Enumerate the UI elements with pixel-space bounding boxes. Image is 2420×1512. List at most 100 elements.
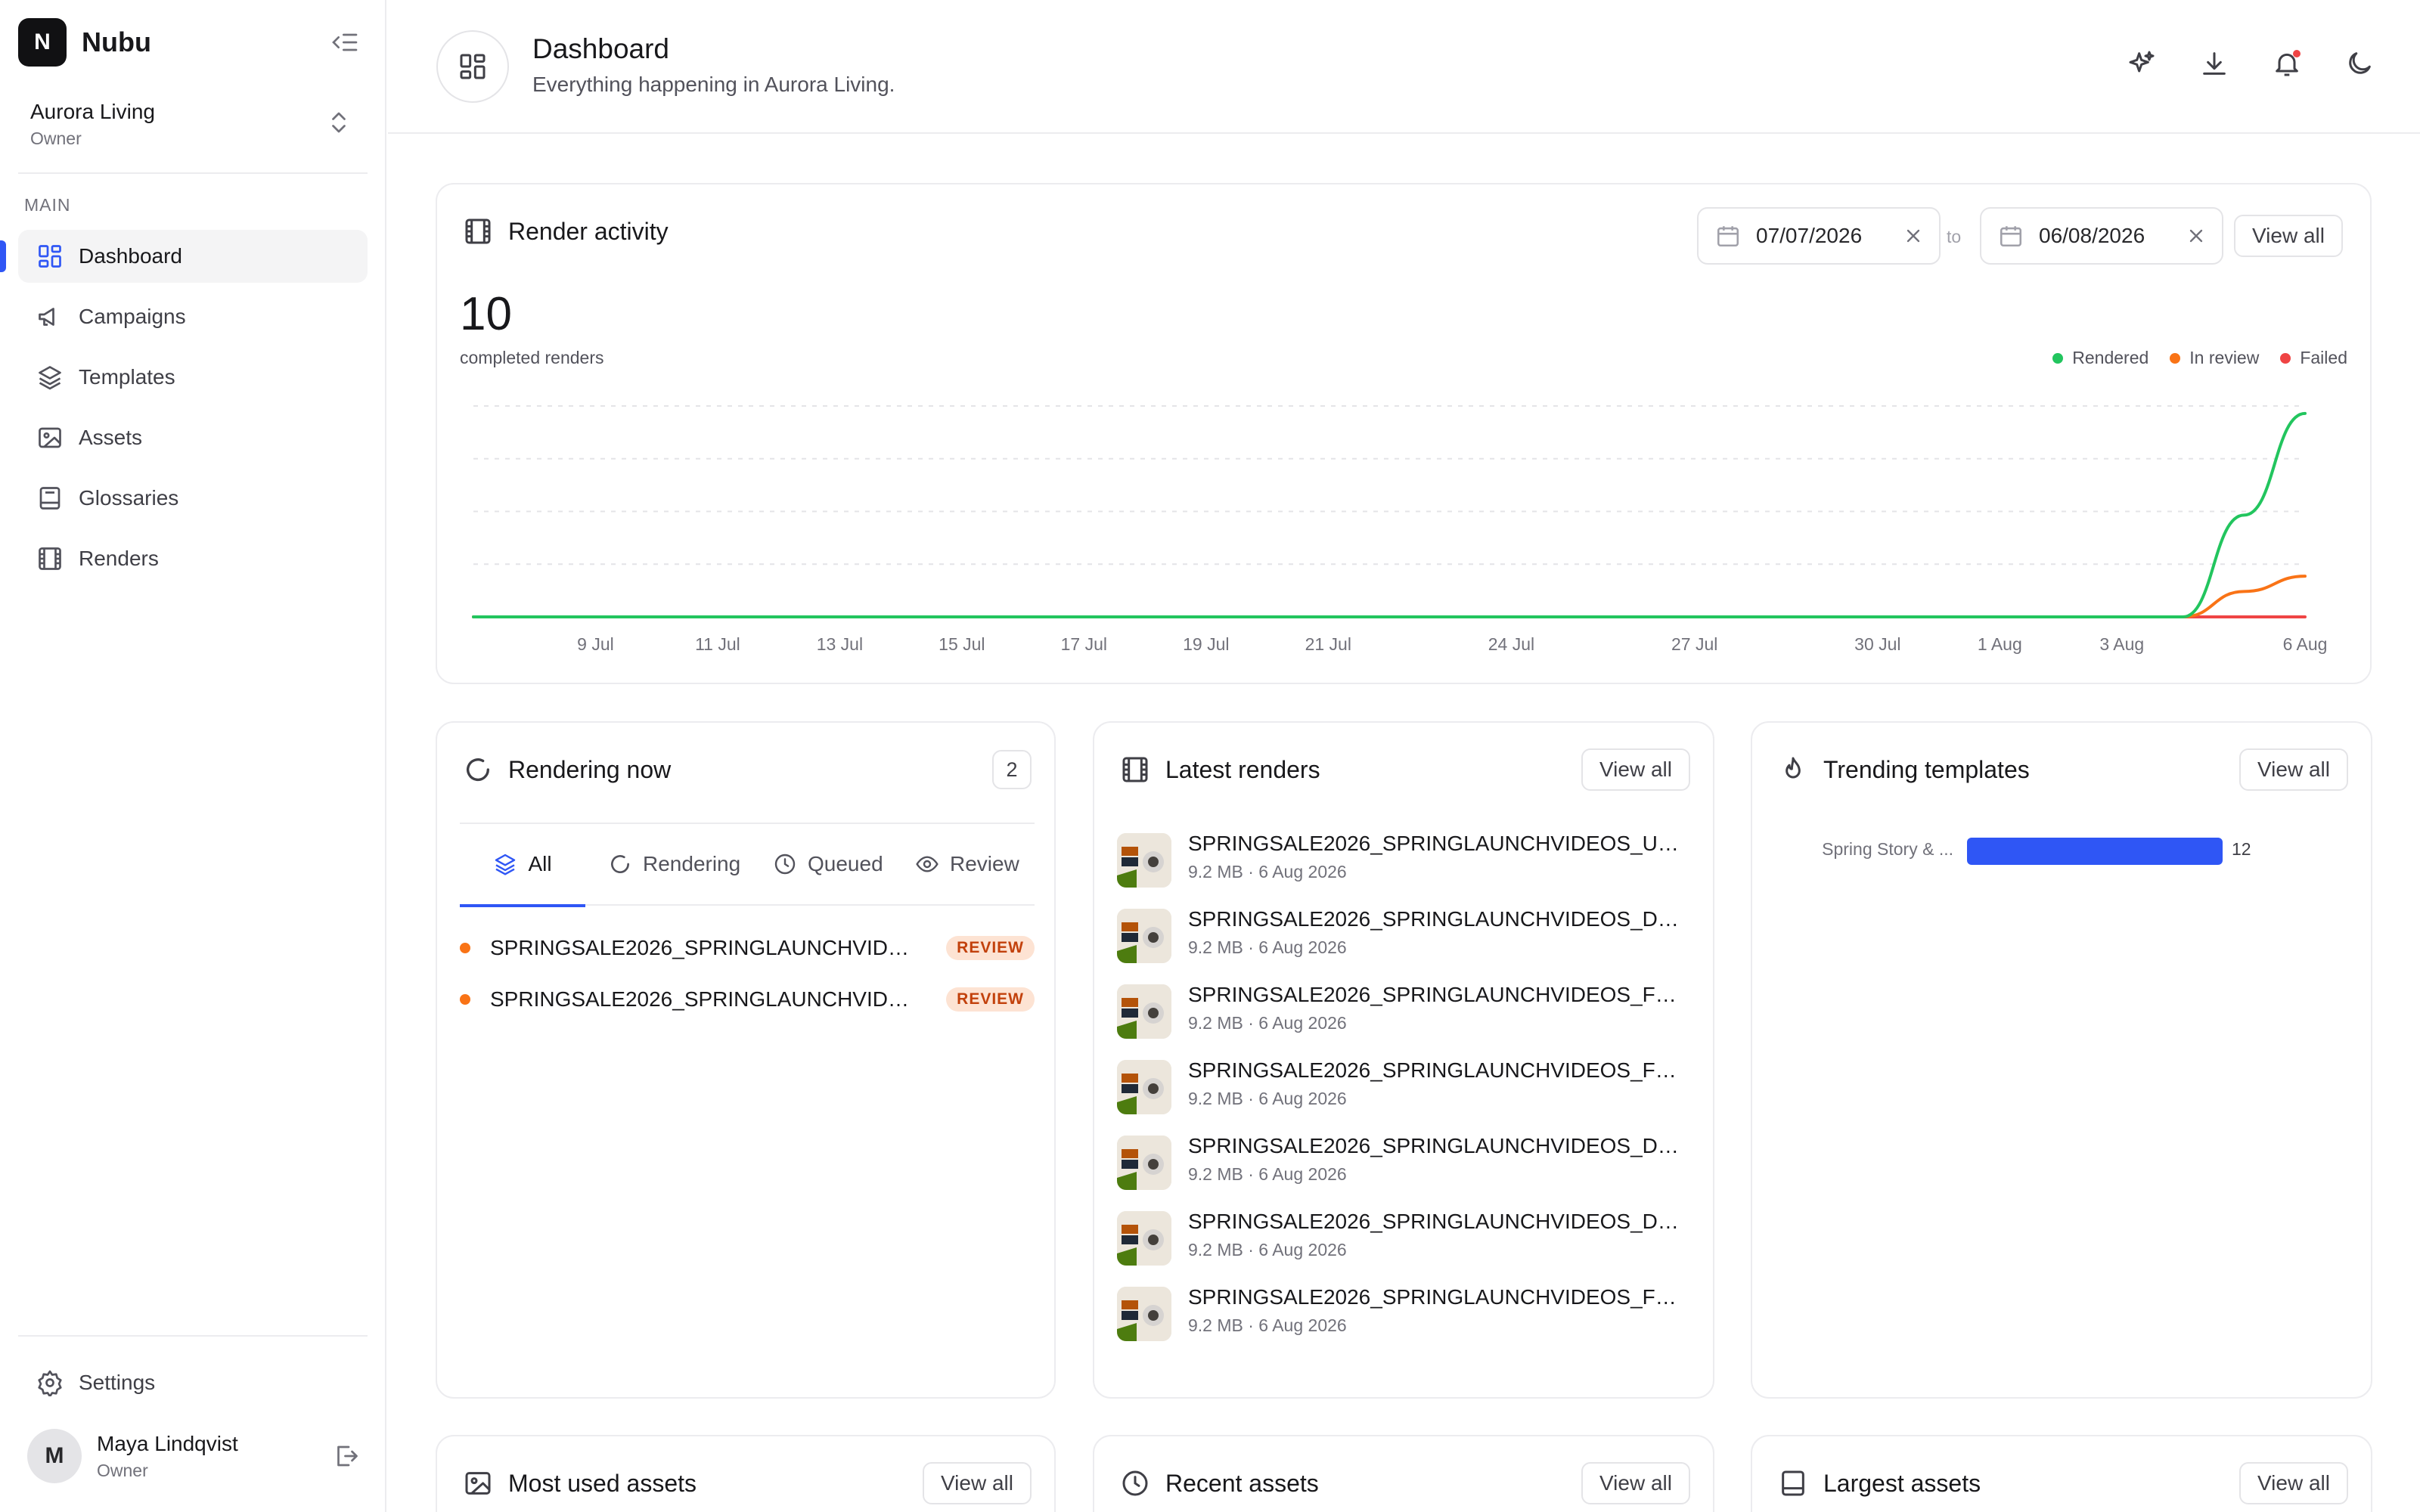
view-all-recent-button[interactable]: View all bbox=[1581, 1462, 1690, 1504]
loader-icon bbox=[608, 852, 632, 876]
render-meta: 9.2 MB · 6 Aug 2026 bbox=[1188, 1315, 1347, 1335]
list-item[interactable]: SPRINGSALE2026_SPRINGLAUNCHVIDEOS_UK REV… bbox=[460, 927, 1035, 969]
tab-rendering[interactable]: Rendering bbox=[608, 824, 740, 904]
latest-renders-title: Latest renders bbox=[1165, 755, 1320, 783]
avatar: M bbox=[27, 1429, 82, 1483]
rendering-tabs: All Rendering Queued Review bbox=[460, 823, 1035, 907]
render-thumbnail bbox=[1117, 1060, 1171, 1114]
sidebar-item-glossaries[interactable]: Glossaries bbox=[18, 472, 368, 525]
x-tick-label: 11 Jul bbox=[695, 634, 740, 654]
sidebar-item-renders[interactable]: Renders bbox=[18, 532, 368, 585]
list-item[interactable]: SPRINGSALE2026_SPRINGLAUNCHVIDEOS_FR_108… bbox=[1117, 975, 1692, 1051]
render-meta: 9.2 MB · 6 Aug 2026 bbox=[1188, 1164, 1347, 1184]
card-title: Most used assets bbox=[463, 1468, 697, 1498]
view-all-most-used-button[interactable]: View all bbox=[923, 1462, 1032, 1504]
moon-icon[interactable] bbox=[2344, 48, 2375, 79]
status-badge: REVIEW bbox=[946, 936, 1035, 960]
list-item[interactable]: SPRINGSALE2026_SPRINGLAUNCHVIDEOS_DE_192… bbox=[1117, 1202, 1692, 1278]
tab-label: Review bbox=[950, 852, 1019, 875]
clock-icon bbox=[773, 852, 797, 876]
tab-label: Queued bbox=[808, 852, 883, 875]
render-meta: 9.2 MB · 6 Aug 2026 bbox=[1188, 1089, 1347, 1108]
hard-drive-icon bbox=[1778, 1468, 1808, 1498]
rendering-count-badge: 2 bbox=[992, 750, 1032, 789]
x-tick-label: 17 Jul bbox=[1061, 634, 1107, 654]
series-line-in-review bbox=[472, 575, 2307, 619]
list-item[interactable]: SPRINGSALE2026_SPRINGLAUNCHVIDEOS_FR_192… bbox=[1117, 1278, 1692, 1343]
workspace-name: Aurora Living bbox=[30, 100, 155, 123]
trending-templates-card: Trending templates View all Spring Story… bbox=[1751, 721, 2372, 1399]
render-name: SPRINGSALE2026_SPRINGLAUNCHVIDEOS_DE bbox=[490, 987, 918, 1011]
user-profile[interactable]: M Maya Lindqvist Owner bbox=[27, 1429, 360, 1486]
card-title: Latest renders bbox=[1120, 754, 1320, 785]
tab-all[interactable]: All bbox=[460, 824, 585, 907]
sidebar-item-templates[interactable]: Templates bbox=[18, 351, 368, 404]
film-icon bbox=[36, 545, 64, 572]
sidebar-item-label: Templates bbox=[79, 365, 175, 389]
film-icon bbox=[1120, 754, 1150, 785]
most-used-assets-title: Most used assets bbox=[508, 1469, 697, 1497]
list-item[interactable]: SPRINGSALE2026_SPRINGLAUNCHVIDEOS_DE_108… bbox=[1117, 1126, 1692, 1202]
workspace-switcher[interactable]: Aurora Living Owner bbox=[18, 91, 368, 174]
list-item[interactable]: SPRINGSALE2026_SPRINGLAUNCHVIDEOS_DE_108… bbox=[1117, 900, 1692, 975]
brand-name: Nubu bbox=[82, 26, 151, 57]
sidebar-item-label: Campaigns bbox=[79, 305, 186, 328]
trending-bar-row[interactable]: Spring Story & ... 12 bbox=[1775, 836, 2350, 866]
sidebar-item-campaigns[interactable]: Campaigns bbox=[18, 290, 368, 343]
latest-renders-card: Latest renders View all SPRINGSALE2026_S… bbox=[1093, 721, 1714, 1399]
view-all-latest-button[interactable]: View all bbox=[1581, 748, 1690, 791]
render-thumbnail bbox=[1117, 909, 1171, 963]
template-name: Spring Story & ... bbox=[1822, 839, 1953, 859]
trending-value: 12 bbox=[2232, 839, 2251, 859]
dashboard-icon bbox=[436, 30, 509, 103]
render-activity-card: Render activity 07/07/2026 to 06/08/2026… bbox=[436, 183, 2372, 684]
sidebar-item-label: Dashboard bbox=[79, 244, 182, 268]
page-title: Dashboard bbox=[532, 33, 670, 64]
x-tick-label: 19 Jul bbox=[1183, 634, 1229, 654]
render-meta: 9.2 MB · 6 Aug 2026 bbox=[1188, 862, 1347, 881]
view-all-largest-button[interactable]: View all bbox=[2239, 1462, 2348, 1504]
x-tick-label: 13 Jul bbox=[817, 634, 863, 654]
collapse-sidebar-icon[interactable] bbox=[330, 27, 360, 57]
x-tick-label: 15 Jul bbox=[939, 634, 985, 654]
list-item[interactable]: SPRINGSALE2026_SPRINGLAUNCHVIDEOS_UK_108… bbox=[1117, 824, 1692, 900]
brand[interactable]: N Nubu bbox=[18, 18, 151, 67]
list-item[interactable]: SPRINGSALE2026_SPRINGLAUNCHVIDEOS_DE REV… bbox=[460, 978, 1035, 1021]
tab-review[interactable]: Review bbox=[915, 824, 1019, 904]
x-tick-label: 6 Aug bbox=[2283, 634, 2328, 654]
tab-queued[interactable]: Queued bbox=[773, 824, 883, 904]
download-icon[interactable] bbox=[2199, 48, 2229, 79]
status-dot bbox=[460, 943, 470, 953]
sidebar-item-label: Renders bbox=[79, 547, 159, 570]
render-name: SPRINGSALE2026_SPRINGLAUNCHVIDEOS_FR_192… bbox=[1188, 1285, 1687, 1309]
sidebar-divider bbox=[18, 1335, 368, 1337]
most-used-assets-card: Most used assets View all bbox=[436, 1435, 1056, 1512]
sidebar-item-assets[interactable]: Assets bbox=[18, 411, 368, 464]
user-role: Owner bbox=[97, 1461, 148, 1480]
largest-assets-title: Largest assets bbox=[1823, 1469, 1981, 1497]
clock-icon bbox=[1120, 1468, 1150, 1498]
sidebar-item-label: Glossaries bbox=[79, 486, 179, 510]
image-icon bbox=[463, 1468, 493, 1498]
list-item[interactable]: SPRINGSALE2026_SPRINGLAUNCHVIDEOS_FR_108… bbox=[1117, 1051, 1692, 1126]
recent-assets-title: Recent assets bbox=[1165, 1469, 1319, 1497]
sidebar-item-settings[interactable]: Settings bbox=[18, 1356, 368, 1409]
render-name: SPRINGSALE2026_SPRINGLAUNCHVIDEOS_FR_108… bbox=[1188, 1058, 1687, 1082]
brand-logo: N bbox=[18, 18, 67, 67]
view-all-templates-button[interactable]: View all bbox=[2239, 748, 2348, 791]
sparkles-icon[interactable] bbox=[2127, 48, 2157, 79]
x-tick-label: 27 Jul bbox=[1671, 634, 1717, 654]
card-title: Rendering now bbox=[463, 754, 671, 785]
tab-label: All bbox=[528, 852, 552, 875]
x-tick-label: 24 Jul bbox=[1488, 634, 1534, 654]
render-thumbnail bbox=[1117, 1136, 1171, 1190]
render-meta: 9.2 MB · 6 Aug 2026 bbox=[1188, 937, 1347, 957]
layers-icon bbox=[493, 852, 517, 876]
nav-section-label: MAIN bbox=[24, 195, 71, 215]
sidebar: N Nubu Aurora Living Owner MAIN Dashboar… bbox=[0, 0, 386, 1512]
settings-label: Settings bbox=[79, 1371, 156, 1394]
bell-icon[interactable] bbox=[2272, 48, 2302, 79]
sidebar-item-dashboard[interactable]: Dashboard bbox=[0, 230, 368, 283]
tab-label: Rendering bbox=[643, 852, 741, 875]
logout-icon[interactable] bbox=[333, 1442, 360, 1470]
